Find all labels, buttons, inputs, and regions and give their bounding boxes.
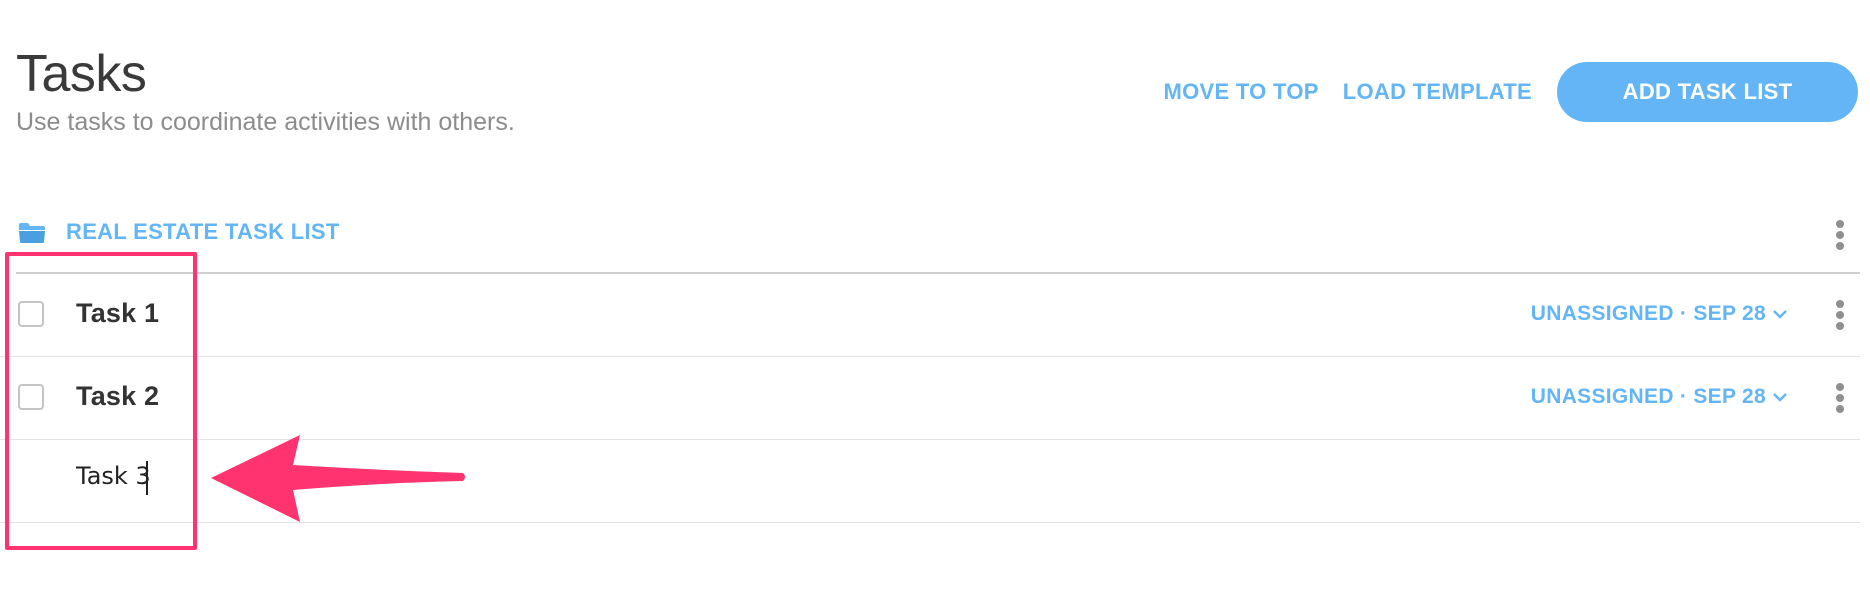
task-meta-label: UNASSIGNED · SEP 28 [1530, 385, 1766, 408]
task-assignee-due[interactable]: UNASSIGNED · SEP 28 [1531, 302, 1788, 326]
page-subtitle: Use tasks to coordinate activities with … [16, 108, 515, 136]
annotation-highlight-box [5, 252, 197, 550]
chevron-down-icon [1773, 393, 1787, 403]
task-row: Task 2 UNASSIGNED · SEP 28 [0, 357, 1860, 440]
add-task-list-button[interactable]: ADD TASK LIST [1557, 62, 1858, 122]
task-meta-label: UNASSIGNED · SEP 28 [1530, 302, 1766, 325]
move-to-top-button[interactable]: MOVE TO TOP [1163, 79, 1318, 105]
header-actions: MOVE TO TOP LOAD TEMPLATE ADD TASK LIST [1163, 62, 1858, 122]
task-list-header: REAL ESTATE TASK LIST [0, 210, 1860, 274]
load-template-button[interactable]: LOAD TEMPLATE [1343, 79, 1532, 105]
task-more-icon[interactable] [1830, 295, 1850, 335]
task-more-icon[interactable] [1830, 378, 1850, 418]
task-list-title[interactable]: REAL ESTATE TASK LIST [66, 219, 340, 245]
annotation-arrow-icon [211, 435, 465, 522]
tasks-page: Tasks Use tasks to coordinate activities… [0, 0, 1870, 608]
page-title: Tasks [16, 45, 147, 103]
chevron-down-icon [1773, 310, 1787, 320]
task-list-more-icon[interactable] [1830, 215, 1850, 255]
task-assignee-due[interactable]: UNASSIGNED · SEP 28 [1531, 385, 1788, 409]
folder-icon [19, 223, 45, 243]
task-row: Task 1 UNASSIGNED · SEP 28 [0, 274, 1860, 357]
